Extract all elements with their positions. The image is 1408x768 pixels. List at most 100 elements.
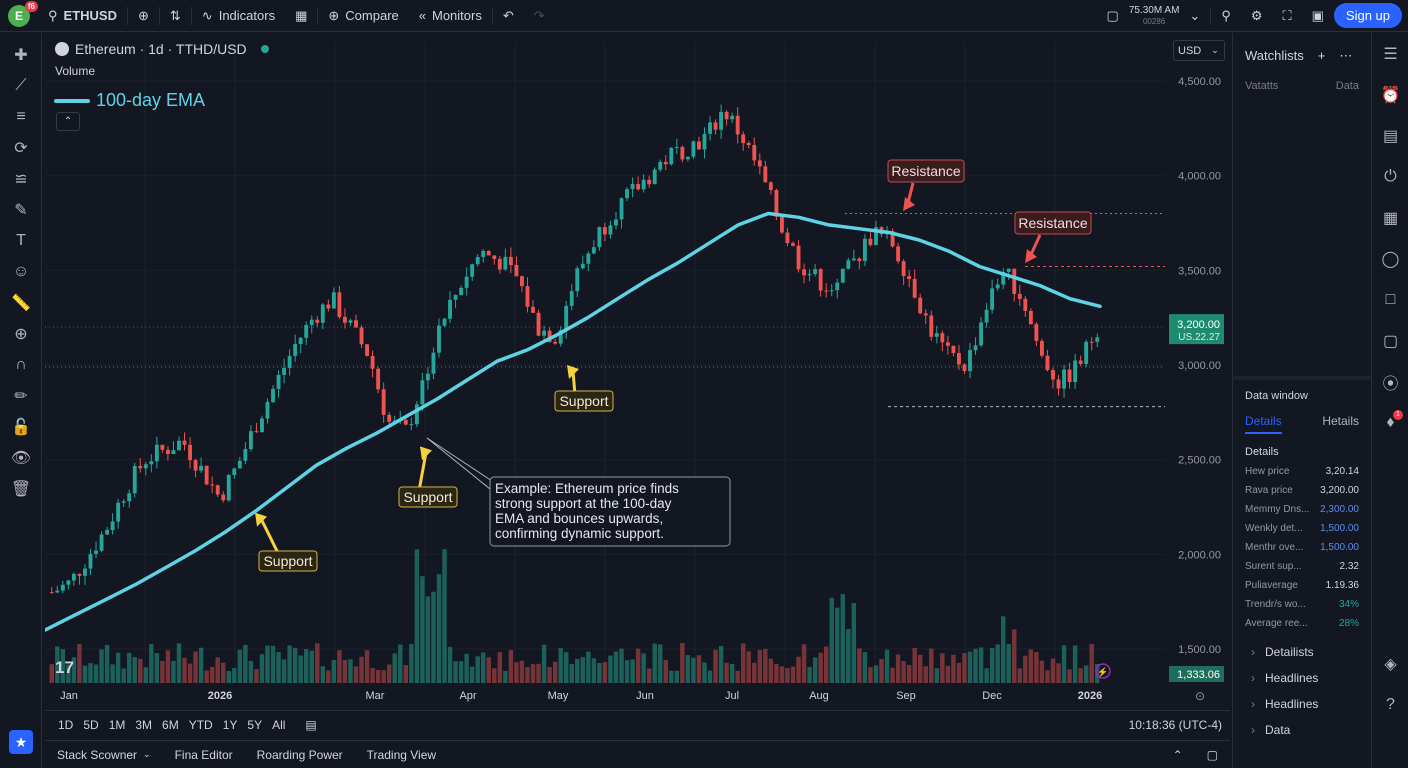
text-icon[interactable]: T: [0, 225, 42, 256]
collapsible-group[interactable]: › Detailists: [1233, 639, 1371, 665]
volume-bar: [458, 661, 464, 683]
clock-dropdown[interactable]: ⌄: [1179, 0, 1210, 32]
column-symbol[interactable]: Vatatts: [1245, 80, 1278, 92]
candle-body: [724, 111, 729, 120]
signup-button[interactable]: Sign up: [1333, 3, 1402, 28]
candle-body: [132, 465, 137, 494]
app-logo[interactable]: Ef6: [8, 0, 38, 27]
range-ytd[interactable]: YTD: [184, 718, 218, 732]
plus-icon[interactable]: +: [1318, 48, 1326, 64]
power-icon[interactable]: ⏻: [1372, 156, 1408, 197]
favorites-star-icon[interactable]: ★: [9, 730, 33, 754]
range-5y[interactable]: 5Y: [242, 718, 267, 732]
replay-button[interactable]: « Monitors: [409, 0, 492, 32]
volume-bar: [99, 649, 104, 683]
tab-trading-power[interactable]: Roarding Power: [245, 748, 355, 762]
volume-bar: [746, 651, 751, 683]
range-all[interactable]: All: [267, 718, 290, 732]
clock-display[interactable]: 75.30M AM 00286: [1129, 5, 1180, 27]
messages-icon[interactable]: ▢: [1372, 320, 1408, 361]
range-1d[interactable]: 1D: [53, 718, 78, 732]
volume-bar: [492, 668, 497, 683]
bell-icon[interactable]: ♦ 1: [1372, 402, 1408, 443]
volume-bar: [1000, 616, 1006, 683]
chart-type-button[interactable]: ⇅: [160, 0, 191, 32]
templates-button[interactable]: ▦: [285, 0, 317, 32]
range-6m[interactable]: 6M: [157, 718, 184, 732]
volume-bar: [248, 660, 254, 683]
settings-button[interactable]: ⚙: [1241, 0, 1273, 32]
ruler-icon[interactable]: 📏: [0, 287, 42, 318]
layout-button[interactable]: ▢: [1097, 0, 1129, 32]
collapsible-group[interactable]: › Data: [1233, 717, 1371, 743]
range-5d[interactable]: 5D: [78, 718, 103, 732]
candle-body: [298, 337, 303, 345]
trendline-icon[interactable]: ⟋: [0, 70, 42, 101]
crosshair-icon[interactable]: ✚: [0, 39, 42, 70]
range-3m[interactable]: 3M: [130, 718, 157, 732]
candle-body: [846, 260, 851, 269]
range-1y[interactable]: 1Y: [218, 718, 243, 732]
brush-icon[interactable]: ✎: [0, 194, 42, 225]
volume-bar: [857, 648, 862, 683]
tab-details[interactable]: Details: [1245, 414, 1282, 434]
projection-icon[interactable]: ≌: [0, 163, 42, 194]
layers-icon[interactable]: ◈: [1372, 643, 1408, 684]
add-symbol-button[interactable]: ⊕: [128, 0, 159, 32]
calculator-icon[interactable]: ▦: [1372, 197, 1408, 238]
candle-body: [497, 258, 502, 270]
volume-bar: [563, 652, 569, 683]
scale-settings-icon: ⊙: [1195, 689, 1205, 703]
column-data[interactable]: Data: [1336, 80, 1359, 92]
timezone-display[interactable]: 10:18:36 (UTC-4): [1129, 718, 1222, 732]
more-icon[interactable]: ⋯: [1339, 48, 1352, 64]
watchlist-icon[interactable]: ☰: [1372, 33, 1408, 74]
watchlist-title[interactable]: Watchlists: [1245, 48, 1304, 64]
chevron-up-icon[interactable]: ⌃: [1161, 748, 1195, 762]
lightbulb-icon[interactable]: ◯: [1372, 238, 1408, 279]
data-window: Data window Details Hetails Details Hew …: [1233, 376, 1371, 743]
currency-select[interactable]: USD ⌄: [1173, 40, 1225, 61]
undo-button[interactable]: ↶: [493, 0, 524, 32]
list-icon[interactable]: ▤: [1372, 115, 1408, 156]
lock-icon[interactable]: 🔓: [0, 411, 42, 442]
broadcast-icon[interactable]: ⦿: [1372, 361, 1408, 402]
candle-body: [730, 115, 735, 120]
volume-bar: [929, 648, 934, 683]
fullscreen-button[interactable]: ⛶: [1273, 0, 1302, 32]
tab-trading-view[interactable]: Trading View: [355, 748, 448, 762]
collapsible-group[interactable]: › Headlines: [1233, 665, 1371, 691]
collapsible-group[interactable]: › Headlines: [1233, 691, 1371, 717]
chart-area[interactable]: Support Support Support Resistance Resistanc…: [43, 33, 1230, 708]
chat-icon[interactable]: □: [1372, 279, 1408, 320]
goto-date-icon[interactable]: ▤: [300, 718, 321, 732]
pencil-lock-icon[interactable]: ✏: [0, 380, 42, 411]
maximize-icon[interactable]: ▢: [1195, 748, 1230, 762]
redo-button[interactable]: ↷: [524, 0, 555, 32]
search-button[interactable]: ⚲: [1211, 0, 1241, 32]
symbol-search[interactable]: ⚲ ETHUSD: [38, 0, 127, 32]
tab-pine-editor[interactable]: Fina Editor: [163, 748, 245, 762]
help-icon[interactable]: ?: [1372, 684, 1408, 725]
collapse-legend-button[interactable]: ⌃: [56, 112, 80, 131]
indicators-button[interactable]: ∿ Indicators: [192, 0, 285, 32]
volume-bar: [115, 652, 121, 683]
pattern-icon[interactable]: ⟳: [0, 132, 42, 163]
tab-stock-screener[interactable]: Stack Scowner ⌄: [45, 748, 163, 762]
eye-icon[interactable]: 👁: [0, 442, 42, 473]
magnet-icon[interactable]: ∩: [0, 349, 42, 380]
zoom-icon[interactable]: ⊕: [0, 318, 42, 349]
fib-icon[interactable]: ≡: [0, 101, 42, 132]
emoji-icon[interactable]: ☺: [0, 256, 42, 287]
trash-icon[interactable]: 🗑: [0, 473, 42, 504]
compare-button[interactable]: ⊕ Compare: [318, 0, 408, 32]
volume-bar: [320, 666, 326, 683]
tab-hetails[interactable]: Hetails: [1322, 414, 1359, 434]
volume-bar: [104, 645, 110, 683]
candle-body: [536, 312, 541, 336]
snapshot-button[interactable]: ▣: [1302, 0, 1334, 32]
price-chart[interactable]: Support Support Support Resistance Resistanc…: [43, 33, 1230, 708]
range-1m[interactable]: 1M: [104, 718, 131, 732]
alarm-clock-icon[interactable]: ⏰: [1372, 74, 1408, 115]
candle-body: [49, 592, 54, 594]
